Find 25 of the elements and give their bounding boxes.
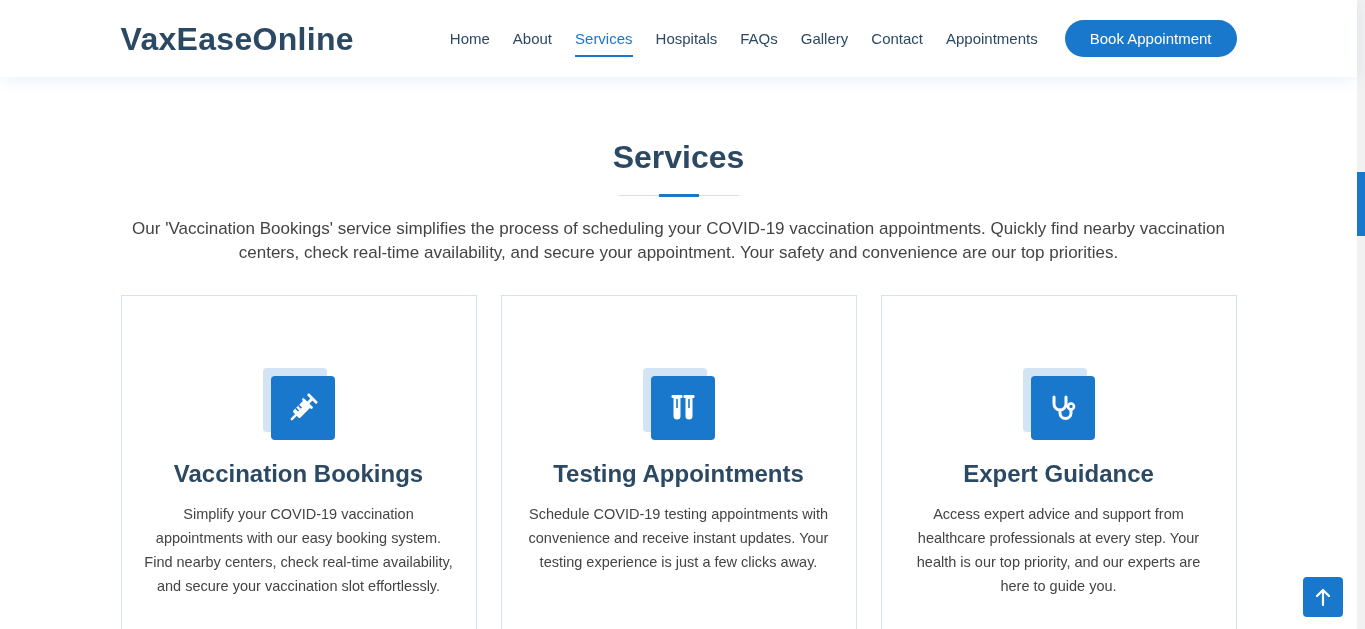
stethoscope-icon: [1022, 368, 1095, 440]
section-title: Services: [611, 138, 746, 176]
card-title: Vaccination Bookings: [172, 459, 425, 488]
section-intro: Our 'Vaccination Bookings' service simplifies the process of scheduling your COVID-19 vaccination appointments. Quickly find nearby vaccination centers, check real-time availability, and secure your appointment. Your safety and convenience are our top priorities.: [131, 218, 1226, 264]
card-description: Access expert advice and support from healthcare professionals at every step. Your health is our top priority, and our experts are here to guide you.: [915, 505, 1202, 596]
nav-link[interactable]: Contact: [871, 20, 923, 57]
nav-link[interactable]: Appointments: [946, 20, 1038, 57]
card-description: Schedule COVID-19 testing appointments with convenience and receive instant updates. Your testing experience is just a few clicks away.: [527, 505, 830, 572]
card-title: Testing Appointments: [552, 459, 805, 488]
arrow-up-icon: [1315, 588, 1331, 606]
test-tubes-icon: [642, 368, 715, 440]
nav-link[interactable]: Services: [575, 20, 633, 57]
nav-link[interactable]: Hospitals: [655, 20, 718, 57]
card-description: Simplify your COVID-19 vaccination appointments with our easy booking system. Find nearby centers, check real-time availability, and secure your vaccination slot effortlessly.: [143, 505, 454, 596]
nav-link[interactable]: About: [512, 20, 553, 57]
site-logo[interactable]: VaxEaseOnline: [120, 22, 354, 55]
scrollbar-track[interactable]: [1357, 0, 1365, 629]
nav-link[interactable]: FAQs: [740, 20, 778, 57]
back-to-top-button[interactable]: [1303, 577, 1343, 617]
book-appointment-button[interactable]: Book Appointment: [1064, 20, 1237, 57]
nav-link[interactable]: Gallery: [800, 20, 849, 57]
nav-link[interactable]: Home: [449, 20, 490, 57]
syringe-icon: [262, 368, 335, 440]
scrollbar-thumb[interactable]: [1357, 172, 1365, 236]
card-title: Expert Guidance: [962, 459, 1155, 488]
